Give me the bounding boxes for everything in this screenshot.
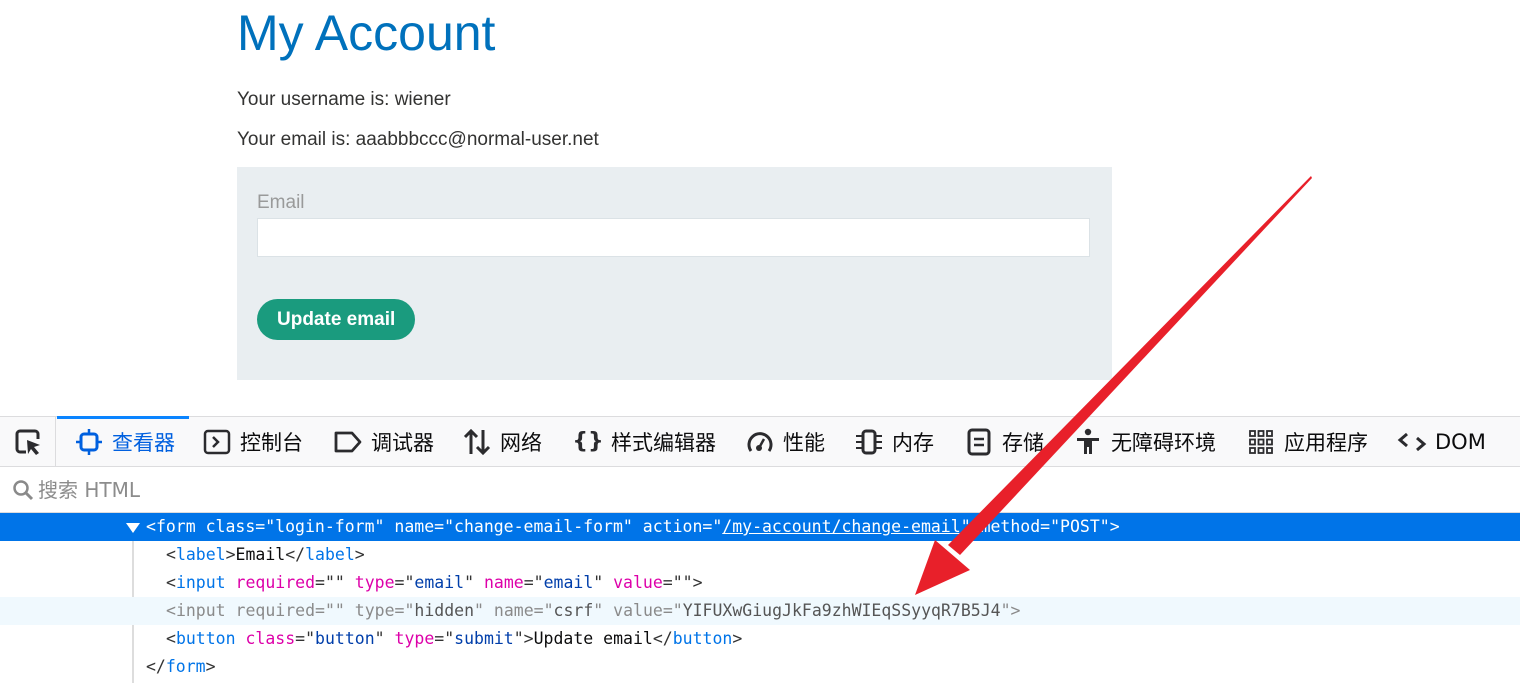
tab-network[interactable]: 网络 — [462, 417, 542, 466]
tab-label: 样式编辑器 — [611, 430, 716, 455]
element-picker-button[interactable] — [0, 417, 56, 466]
inspector-icon — [74, 427, 104, 457]
csrf-token-value: YIFUXwGiugJkFa9zhWIEqSSyyqR7B5J4 — [682, 601, 1001, 620]
markup-node-email-input[interactable]: <input required="" type="email" name="em… — [0, 569, 1520, 597]
page-title: My Account — [237, 5, 496, 61]
markup-view: <form class="login-form" name="change-em… — [0, 513, 1520, 683]
tab-label: 内存 — [892, 430, 934, 455]
tab-label: 控制台 — [240, 430, 303, 455]
username-text: Your username is: wiener — [237, 89, 451, 110]
dom-icon — [1397, 427, 1427, 457]
search-icon — [12, 478, 36, 502]
devtools-panel: 查看器 控制台 调试器 网络 {} 样式编辑器 性能 内存 存储 无障碍环境 应… — [0, 416, 1520, 683]
tab-console[interactable]: 控制台 — [202, 417, 303, 466]
tab-accessibility[interactable]: 无障碍环境 — [1073, 417, 1216, 466]
tab-label: 查看器 — [112, 430, 175, 455]
storage-icon — [964, 427, 994, 457]
tab-style-editor[interactable]: {} 样式编辑器 — [572, 417, 716, 466]
change-email-form: Email Update email — [237, 167, 1112, 380]
tab-label: 存储 — [1002, 430, 1044, 455]
memory-icon — [854, 427, 884, 457]
web-page: My Account Your username is: wiener Your… — [0, 0, 1520, 416]
tab-label: 应用程序 — [1284, 430, 1368, 455]
style-editor-icon: {} — [572, 429, 604, 454]
markup-node-form[interactable]: <form class="login-form" name="change-em… — [0, 513, 1520, 541]
html-search-input[interactable] — [38, 477, 638, 502]
tab-label: 调试器 — [371, 430, 434, 455]
tab-performance[interactable]: 性能 — [745, 417, 825, 466]
debugger-icon — [333, 427, 363, 457]
collapse-twisty-icon[interactable] — [126, 522, 140, 533]
console-icon — [202, 427, 232, 457]
markup-node-form-close[interactable]: </form> — [0, 653, 1520, 681]
markup-node-csrf-input[interactable]: <input required="" type="hidden" name="c… — [0, 597, 1520, 625]
tab-label: 性能 — [783, 430, 825, 455]
update-email-button[interactable]: Update email — [257, 299, 416, 340]
devtools-toolbar: 查看器 控制台 调试器 网络 {} 样式编辑器 性能 内存 存储 无障碍环境 应… — [0, 416, 1520, 467]
tab-label: DOM — [1435, 429, 1486, 454]
element-picker-icon — [15, 429, 40, 455]
tab-memory[interactable]: 内存 — [854, 417, 934, 466]
tab-dom[interactable]: DOM — [1397, 417, 1486, 466]
tab-debugger[interactable]: 调试器 — [333, 417, 434, 466]
network-icon — [462, 427, 492, 457]
markup-node-label[interactable]: <label>Email</label> — [0, 541, 1520, 569]
accessibility-icon — [1073, 427, 1103, 457]
form-action-link[interactable]: /my-account/change-email — [722, 517, 960, 536]
application-icon — [1246, 427, 1276, 457]
html-search-bar — [0, 467, 1520, 513]
tab-storage[interactable]: 存储 — [964, 417, 1044, 466]
tab-label: 网络 — [500, 430, 542, 455]
tab-application[interactable]: 应用程序 — [1246, 417, 1368, 466]
email-label: Email — [257, 192, 305, 213]
tab-label: 无障碍环境 — [1111, 430, 1216, 455]
markup-node-button[interactable]: <button class="button" type="submit">Upd… — [0, 625, 1520, 653]
email-input[interactable] — [257, 218, 1090, 257]
performance-icon — [745, 427, 775, 457]
tab-inspector[interactable]: 查看器 — [57, 416, 189, 466]
email-text: Your email is: aaabbbccc@normal-user.net — [237, 129, 599, 150]
